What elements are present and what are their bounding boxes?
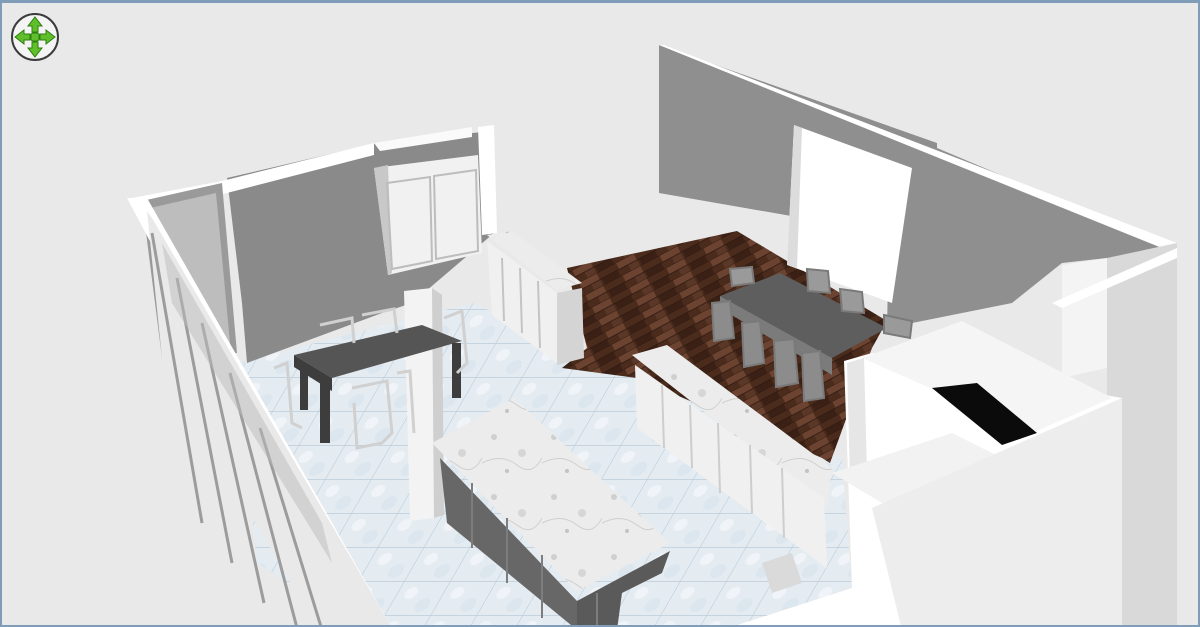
right-wall-end (1062, 258, 1107, 378)
navigation-arrows-icon[interactable] (10, 12, 60, 62)
room-3d-scene[interactable] (2, 3, 1200, 627)
3d-viewport[interactable] (0, 0, 1200, 627)
